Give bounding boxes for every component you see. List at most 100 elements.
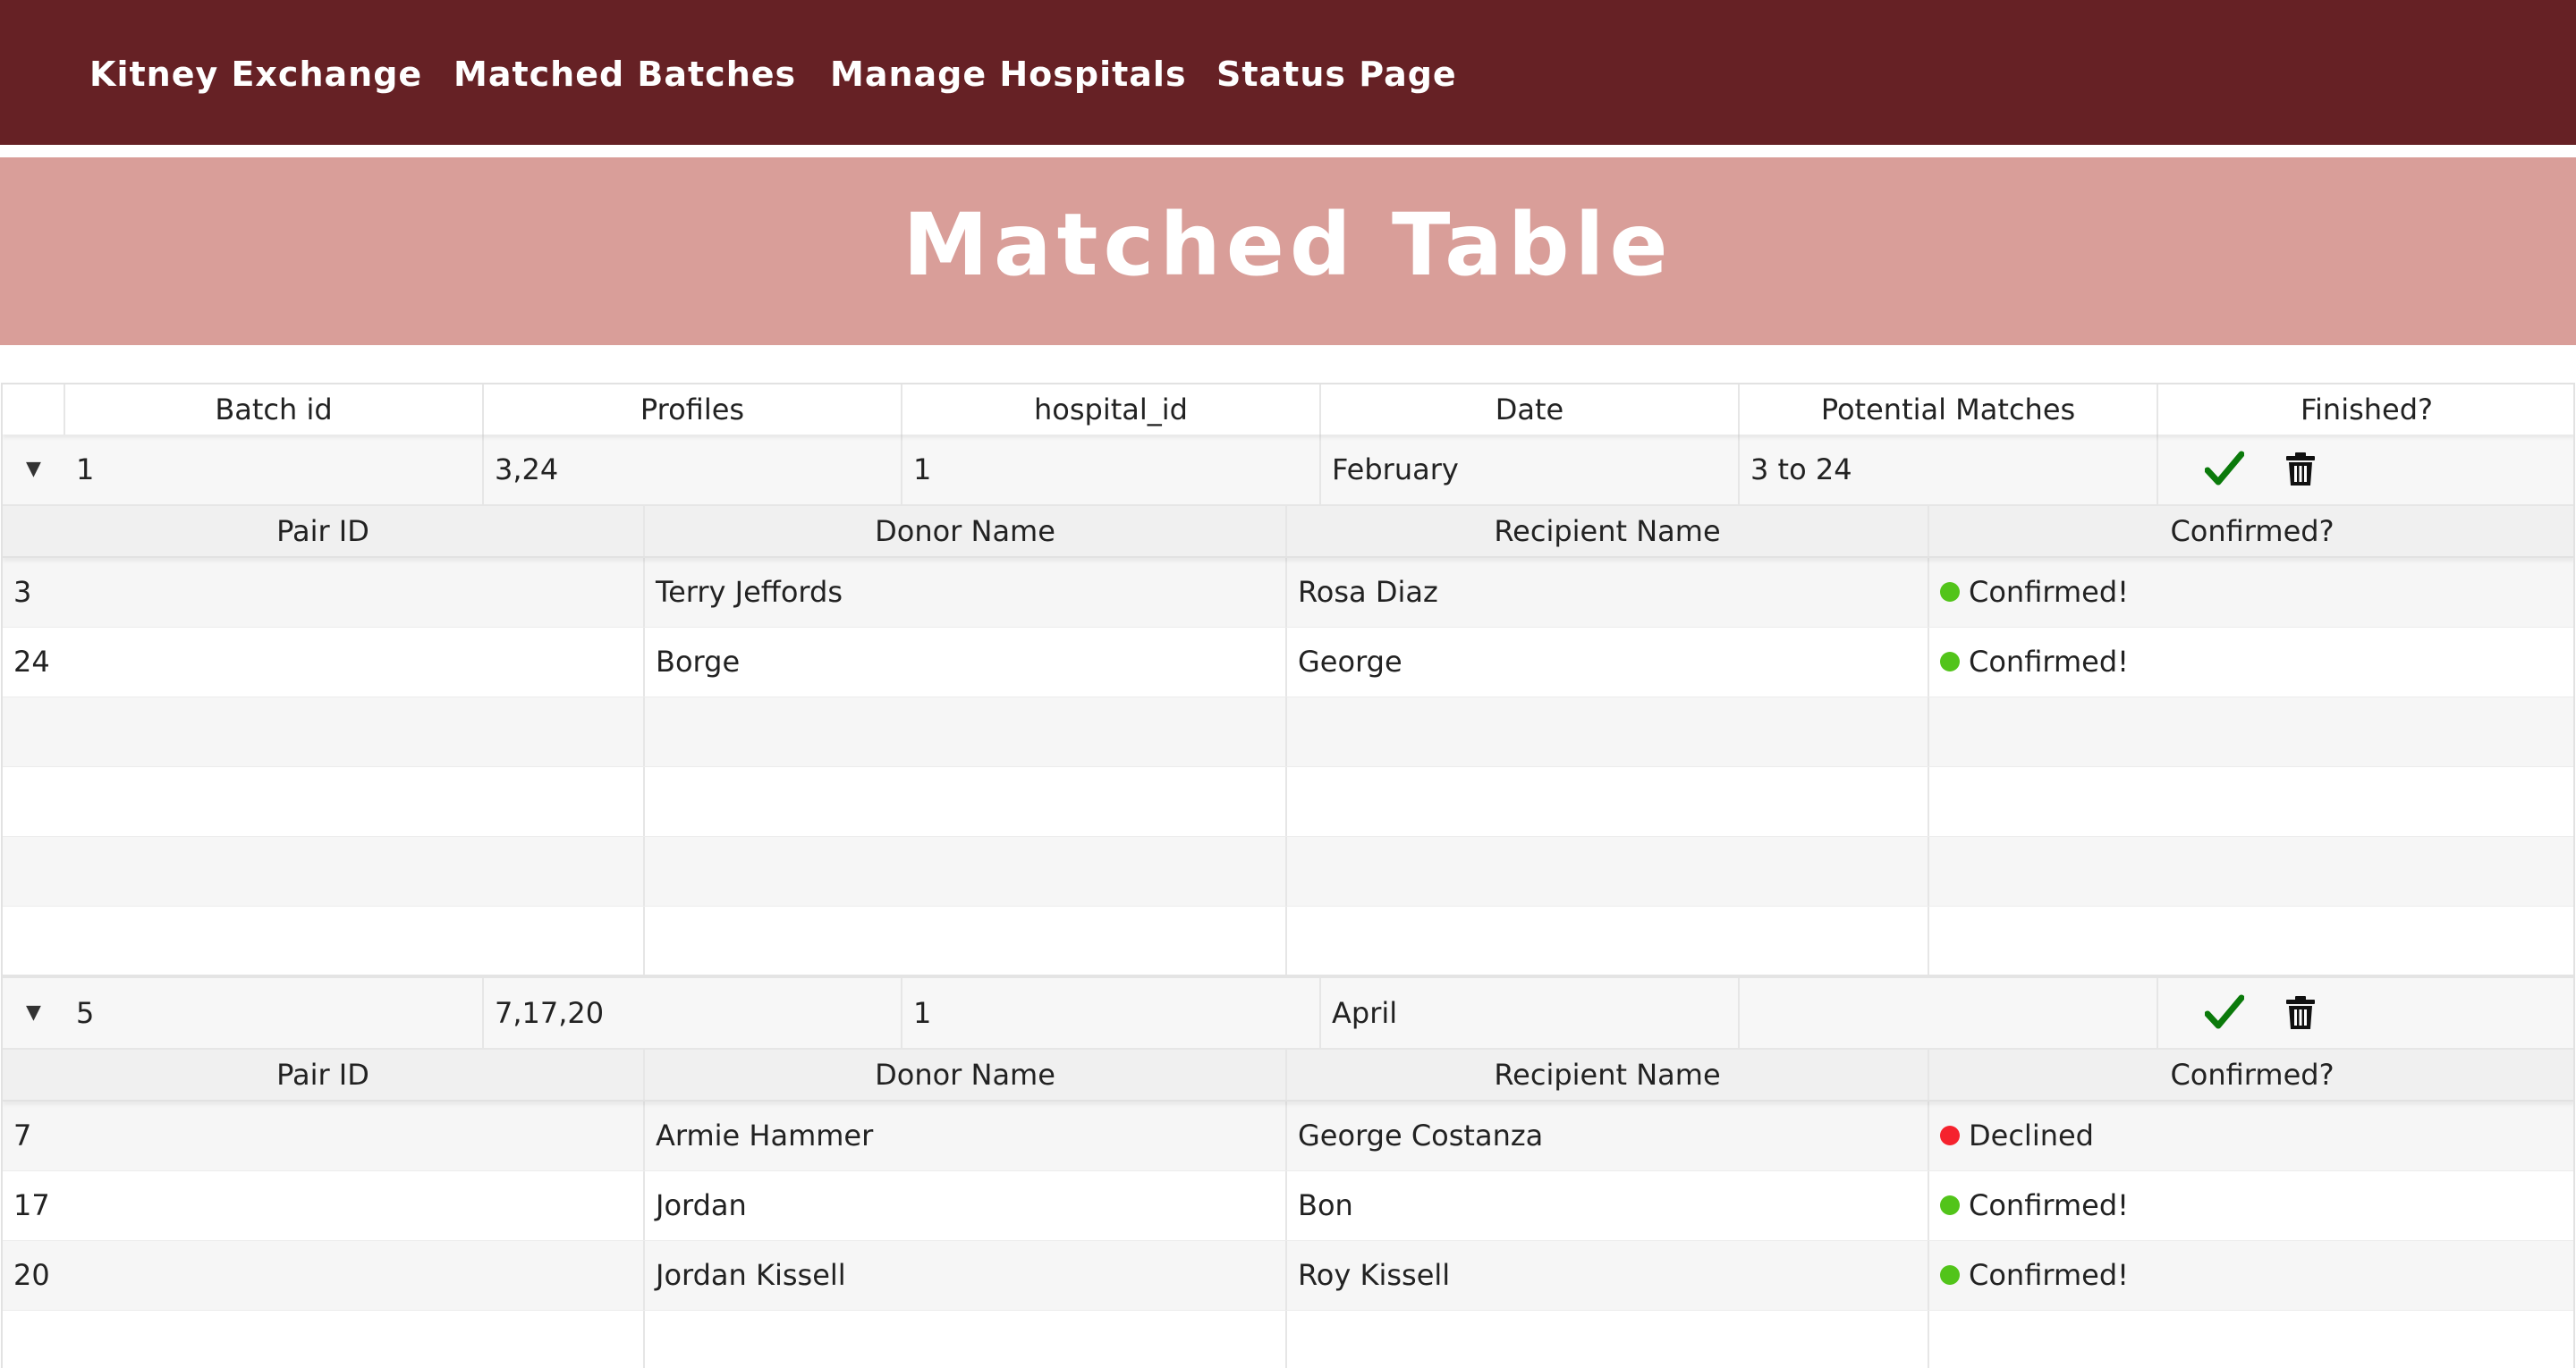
status-dot-icon	[1940, 582, 1960, 602]
column-header-profiles[interactable]: Profiles	[484, 384, 902, 435]
empty-cell	[1287, 837, 1929, 906]
page-banner: Matched Table	[0, 157, 2576, 345]
detail-column-header-donor-name[interactable]: Donor Name	[645, 1050, 1287, 1100]
empty-cell	[645, 837, 1287, 906]
status-text: Confirmed!	[1969, 645, 2129, 679]
donor-name-cell: Jordan Kissell	[645, 1241, 1287, 1310]
empty-cell	[1287, 697, 1929, 766]
empty-cell	[3, 697, 645, 766]
nav-manage-hospitals[interactable]: Manage Hospitals	[830, 52, 1187, 97]
column-header-batch-id[interactable]: Batch id	[65, 384, 484, 435]
profiles-cell: 3,24	[484, 435, 902, 504]
donor-name-cell: Armie Hammer	[645, 1102, 1287, 1170]
pair-row[interactable]: 3 Terry Jeffords Rosa Diaz Confirmed!	[3, 558, 2573, 628]
empty-cell	[1287, 1311, 1929, 1368]
batch-row[interactable]: ▼ 5 7,17,20 1 April	[3, 978, 2573, 1050]
pair-row[interactable]: 17 Jordan Bon Confirmed!	[3, 1171, 2573, 1241]
nav-status-page[interactable]: Status Page	[1216, 52, 1457, 97]
pair-id-cell: 20	[3, 1241, 645, 1310]
empty-cell	[3, 1311, 645, 1368]
recipient-name-cell: George Costanza	[1287, 1102, 1929, 1170]
detail-column-header-recipient-name[interactable]: Recipient Name	[1287, 506, 1929, 556]
recipient-name-cell: Bon	[1287, 1171, 1929, 1240]
donor-name-cell: Jordan	[645, 1171, 1287, 1240]
recipient-name-cell: Rosa Diaz	[1287, 558, 1929, 627]
detail-column-header-pair-id[interactable]: Pair ID	[3, 506, 645, 556]
caret-down-icon[interactable]: ▼	[26, 435, 41, 504]
pair-id-cell: 7	[3, 1102, 645, 1170]
empty-cell	[1287, 767, 1929, 836]
hospital-id-cell: 1	[902, 978, 1321, 1048]
pair-id-cell: 17	[3, 1171, 645, 1240]
checkmark-icon[interactable]	[2205, 994, 2244, 1030]
empty-row	[3, 837, 2573, 907]
empty-row	[3, 697, 2573, 767]
matched-table-grid: Batch id Profiles hospital_id Date Poten…	[1, 383, 2575, 1368]
column-header-potential-matches[interactable]: Potential Matches	[1740, 384, 2158, 435]
empty-cell	[3, 907, 645, 978]
empty-cell	[645, 1311, 1287, 1368]
page-title: Matched Table	[902, 195, 1674, 295]
potential-matches-cell	[1740, 978, 2158, 1048]
detail-header-row: Pair ID Donor Name Recipient Name Confir…	[3, 1050, 2573, 1102]
checkmark-icon[interactable]	[2205, 451, 2244, 486]
empty-cell	[3, 837, 645, 906]
expand-column-header	[3, 384, 65, 435]
status-cell: Confirmed!	[1929, 628, 2573, 697]
donor-name-cell: Borge	[645, 628, 1287, 697]
detail-column-header-confirmed[interactable]: Confirmed?	[1929, 506, 2573, 556]
batch-row[interactable]: ▼ 1 3,24 1 February 3 to 24	[3, 435, 2573, 506]
empty-cell	[645, 767, 1287, 836]
pair-row[interactable]: 7 Armie Hammer George Costanza Declined	[3, 1102, 2573, 1171]
donor-name-cell: Terry Jeffords	[645, 558, 1287, 627]
status-dot-icon	[1940, 1265, 1960, 1285]
status-dot-icon	[1940, 1195, 1960, 1215]
status-dot-icon	[1940, 1126, 1960, 1145]
empty-row	[3, 907, 2573, 978]
status-dot-icon	[1940, 652, 1960, 671]
batch-id-cell: 1	[65, 435, 484, 504]
pair-row[interactable]: 24 Borge George Confirmed!	[3, 628, 2573, 697]
nav-kitney-exchange[interactable]: Kitney Exchange	[89, 52, 422, 97]
empty-row	[3, 767, 2573, 837]
date-cell: February	[1321, 435, 1740, 504]
detail-header-row: Pair ID Donor Name Recipient Name Confir…	[3, 506, 2573, 558]
status-text: Confirmed!	[1969, 575, 2129, 609]
detail-column-header-confirmed[interactable]: Confirmed?	[1929, 1050, 2573, 1100]
potential-matches-cell: 3 to 24	[1740, 435, 2158, 504]
empty-cell	[645, 697, 1287, 766]
profiles-cell: 7,17,20	[484, 978, 902, 1048]
date-cell: April	[1321, 978, 1740, 1048]
status-text: Declined	[1969, 1119, 2094, 1153]
column-header-hospital-id[interactable]: hospital_id	[902, 384, 1321, 435]
pair-id-cell: 24	[3, 628, 645, 697]
column-header-finished[interactable]: Finished?	[2158, 384, 2573, 435]
empty-row	[3, 1311, 2573, 1368]
status-text: Confirmed!	[1969, 1258, 2129, 1292]
status-cell: Confirmed!	[1929, 558, 2573, 627]
detail-column-header-pair-id[interactable]: Pair ID	[3, 1050, 645, 1100]
trash-icon[interactable]	[2285, 996, 2316, 1030]
column-header-date[interactable]: Date	[1321, 384, 1740, 435]
status-cell: Confirmed!	[1929, 1241, 2573, 1310]
caret-down-icon[interactable]: ▼	[26, 978, 41, 1048]
status-cell: Confirmed!	[1929, 1171, 2573, 1240]
nav-matched-batches[interactable]: Matched Batches	[453, 52, 796, 97]
pair-id-cell: 3	[3, 558, 645, 627]
empty-cell	[1287, 907, 1929, 978]
trash-icon[interactable]	[2285, 452, 2316, 486]
finished-cell	[2158, 978, 2573, 1048]
recipient-name-cell: Roy Kissell	[1287, 1241, 1929, 1310]
detail-column-header-donor-name[interactable]: Donor Name	[645, 506, 1287, 556]
finished-cell	[2158, 435, 2573, 504]
hospital-id-cell: 1	[902, 435, 1321, 504]
empty-cell	[3, 767, 645, 836]
pair-row[interactable]: 20 Jordan Kissell Roy Kissell Confirmed!	[3, 1241, 2573, 1311]
empty-cell	[645, 907, 1287, 978]
batch-id-cell: 5	[65, 978, 484, 1048]
status-cell: Declined	[1929, 1102, 2573, 1170]
top-navbar: Kitney Exchange Matched Batches Manage H…	[0, 0, 2576, 145]
master-header-row: Batch id Profiles hospital_id Date Poten…	[3, 384, 2573, 435]
recipient-name-cell: George	[1287, 628, 1929, 697]
detail-column-header-recipient-name[interactable]: Recipient Name	[1287, 1050, 1929, 1100]
